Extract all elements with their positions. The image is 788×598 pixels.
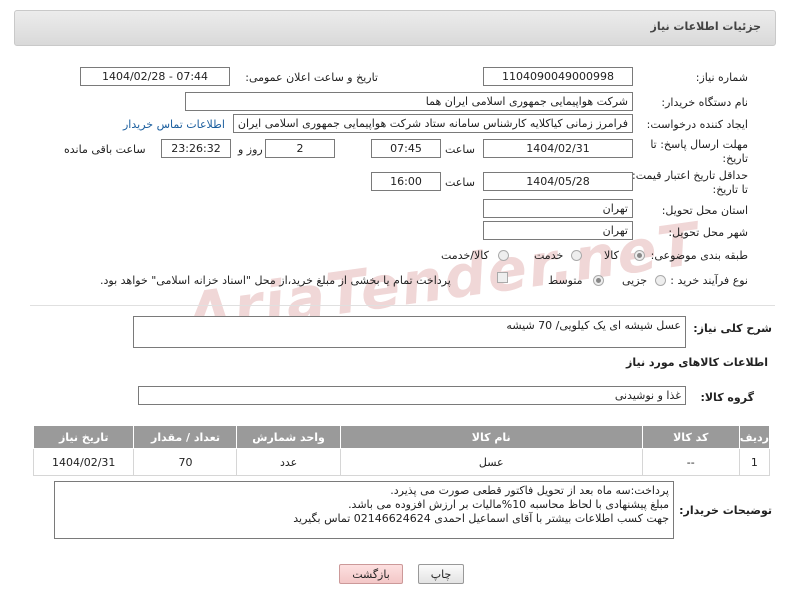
purchase-option-medium: متوسط — [548, 274, 583, 287]
category-radio-goods-service[interactable] — [498, 250, 509, 261]
cell-need-date: 1404/02/31 — [32, 448, 135, 476]
treasury-payment-checkbox[interactable] — [497, 272, 508, 283]
cell-unit: عدد — [236, 448, 341, 476]
category-label: طبقه بندی موضوعی: — [650, 249, 748, 262]
cell-goods-code: -- — [641, 448, 740, 476]
cell-goods-name: عسل — [339, 448, 643, 476]
goods-table: تاریخ نیاز تعداد / مقدار واحد شمارش نام … — [32, 425, 771, 476]
goods-group-field: غذا و نوشیدنی — [138, 386, 686, 405]
goods-table-header: تاریخ نیاز تعداد / مقدار واحد شمارش نام … — [32, 425, 771, 449]
delivery-province-label: استان محل تحویل: — [661, 204, 748, 217]
need-number-field: 1104090049000998 — [483, 67, 633, 86]
category-radio-goods[interactable] — [634, 250, 645, 261]
col-row: ردیف — [738, 425, 771, 449]
validity-label: حداقل تاریخ اعتبار قیمت: تا تاریخ: — [632, 169, 748, 196]
goods-group-label: گروه کالا: — [700, 391, 754, 404]
day-and-label: روز و — [238, 143, 263, 156]
col-need-date: تاریخ نیاز — [32, 425, 135, 449]
buyer-org-label: نام دستگاه خریدار: — [661, 96, 748, 109]
print-button[interactable]: چاپ — [418, 564, 464, 584]
category-radio-service[interactable] — [571, 250, 582, 261]
purchase-radio-minor[interactable] — [655, 275, 666, 286]
purchase-radio-medium[interactable] — [593, 275, 604, 286]
buyer-notes-textarea[interactable] — [54, 481, 674, 539]
buyer-notes-label: توضیحات خریدار: — [679, 504, 772, 517]
category-option-goods-service: کالا/خدمت — [441, 249, 489, 262]
purchase-type-label: نوع فرآیند خرید : — [670, 274, 748, 287]
delivery-city-field: تهران — [483, 221, 633, 240]
category-option-goods: کالا — [604, 249, 619, 262]
col-goods-code: کد کالا — [641, 425, 740, 449]
treasury-payment-note: پرداخت تمام یا بخشی از مبلغ خرید،از محل … — [100, 274, 451, 287]
validity-time-field: 16:00 — [371, 172, 441, 191]
delivery-province-field: تهران — [483, 199, 633, 218]
overall-desc-textarea[interactable] — [133, 316, 686, 348]
cell-quantity: 70 — [133, 448, 238, 476]
page-title: جزئیات اطلاعات نیاز — [650, 20, 762, 33]
deadline-time-label: ساعت — [445, 143, 475, 156]
remaining-label: ساعت باقی مانده — [64, 143, 146, 156]
validity-time-label: ساعت — [445, 176, 475, 189]
announce-datetime-field: 1404/02/28 - 07:44 — [80, 67, 230, 86]
requester-field: فرامرز زمانی کیاکلایه کارشناس سامانه ستا… — [233, 114, 633, 133]
cell-row-number: 1 — [738, 448, 771, 476]
remaining-time-field: 23:26:32 — [161, 139, 231, 158]
buyer-contact-link[interactable]: اطلاعات تماس خریدار — [123, 118, 225, 131]
purchase-option-minor: جزیی — [622, 274, 648, 287]
deadline-time-field: 07:45 — [371, 139, 441, 158]
requester-label: ایجاد کننده درخواست: — [646, 118, 748, 131]
buyer-org-field: شرکت هواپیمایی جمهوری اسلامی ایران هما — [185, 92, 633, 111]
col-unit: واحد شمارش — [236, 425, 341, 449]
validity-date-field: 1404/05/28 — [483, 172, 633, 191]
section-divider — [30, 305, 775, 306]
delivery-city-label: شهر محل تحویل: — [668, 226, 748, 239]
announce-datetime-label: تاریخ و ساعت اعلان عمومی: — [245, 71, 378, 84]
goods-info-heading: اطلاعات کالاهای مورد نیاز — [626, 356, 768, 369]
header-panel: جزئیات اطلاعات نیاز — [14, 10, 776, 46]
days-remaining-field: 2 — [265, 139, 335, 158]
col-quantity: تعداد / مقدار — [133, 425, 238, 449]
table-row: 1404/02/31 70 عدد عسل -- 1 — [32, 448, 771, 476]
col-goods-name: نام کالا — [339, 425, 643, 449]
overall-desc-label: شرح کلی نیاز: — [693, 322, 772, 335]
deadline-date-field: 1404/02/31 — [483, 139, 633, 158]
deadline-label: مهلت ارسال پاسخ: تا تاریخ: — [650, 138, 748, 165]
back-button[interactable]: بازگشت — [339, 564, 403, 584]
need-number-label: شماره نیاز: — [695, 71, 748, 84]
category-option-service: خدمت — [534, 249, 564, 262]
